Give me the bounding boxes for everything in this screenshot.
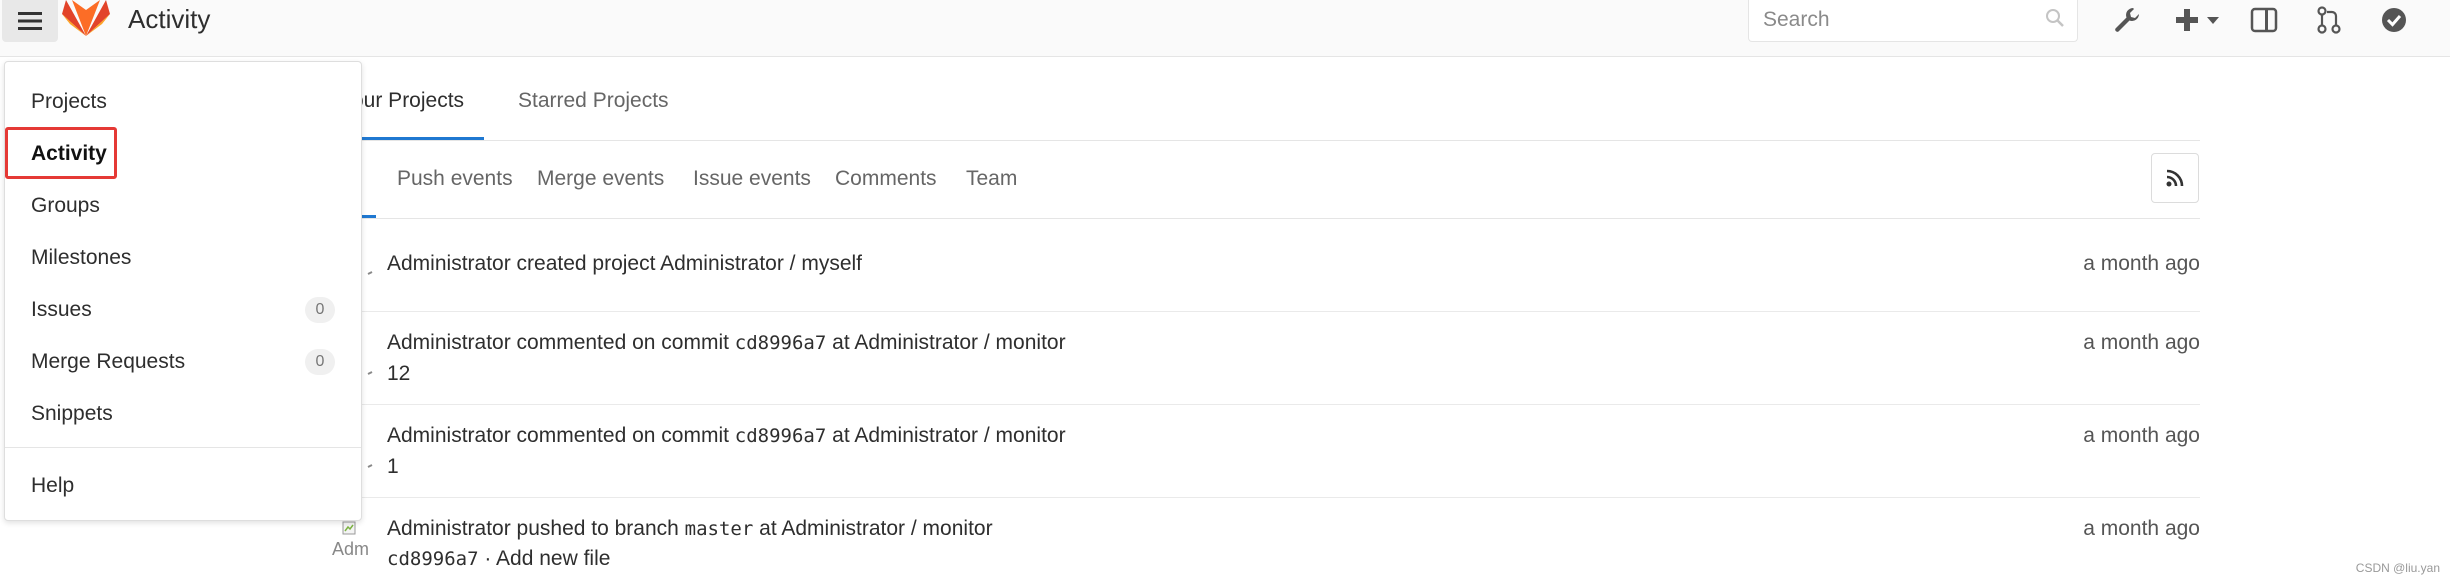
admin-area-button[interactable] (2112, 4, 2142, 36)
dropdown-item-projects[interactable]: Projects (5, 82, 361, 122)
comment-note: 12 (387, 362, 411, 385)
dropdown-item-activity[interactable]: Activity (5, 134, 361, 174)
commit-line: cd8996a7 · Add new file (387, 547, 610, 571)
event-text: Administrator commented on commit (387, 331, 729, 354)
branch-name-link[interactable]: master (685, 518, 754, 540)
project-tabs: our Projects Starred Projects (330, 70, 2200, 141)
rss-feed-button[interactable] (2151, 153, 2199, 203)
event-time: a month ago (2083, 331, 2200, 354)
commit-hash-link[interactable]: cd8996a7 (387, 548, 479, 570)
gitlab-logo[interactable] (62, 0, 110, 36)
search-box[interactable] (1748, 0, 2078, 42)
menu-icon (18, 12, 42, 30)
dropdown-item-label: Issues (31, 298, 92, 321)
merge-requests-button[interactable] (2316, 4, 2342, 36)
dropdown-item-label: Projects (31, 90, 107, 113)
avatar-image: Adm (332, 521, 372, 565)
event-item: Adm Administrator pushed to branch maste… (330, 497, 2200, 583)
sidebar-toggle-button[interactable] (2250, 4, 2278, 36)
event-time: a month ago (2083, 517, 2200, 540)
broken-image-icon (342, 521, 356, 535)
event-filter-tabs: l Push events Merge events Issue events … (330, 140, 2200, 219)
new-dropdown-button[interactable] (2174, 4, 2220, 36)
event-text: Administrator created project Administra… (387, 252, 863, 275)
dropdown-item-label: Merge Requests (31, 350, 186, 373)
merge-requests-count-badge: 0 (305, 349, 335, 375)
event-title[interactable]: Administrator commented on commit cd8996… (387, 331, 1066, 355)
chevron-down-icon (2207, 17, 2219, 24)
search-icon (2046, 9, 2064, 27)
tab-your-projects[interactable]: our Projects (352, 70, 485, 140)
wrench-icon (2115, 8, 2139, 32)
tab-comments[interactable]: Comments (835, 140, 937, 218)
merge-request-icon (2317, 6, 2341, 34)
issues-count-badge: 0 (305, 297, 335, 323)
dropdown-item-groups[interactable]: Groups (5, 186, 361, 226)
top-navbar: Activity (0, 0, 2450, 57)
dropdown-item-snippets[interactable]: Snippets (5, 394, 361, 434)
event-title[interactable]: Administrator created project Administra… (387, 252, 862, 276)
avatar-alt-text: Adm (332, 539, 370, 559)
commit-hash-link[interactable]: cd8996a7 (735, 332, 827, 354)
dropdown-item-label: Help (31, 474, 75, 497)
dropdown-item-merge-requests[interactable]: Merge Requests 0 (5, 342, 361, 382)
rss-icon (2166, 169, 2184, 187)
event-time: a month ago (2083, 252, 2200, 275)
dropdown-item-milestones[interactable]: Milestones (5, 238, 361, 278)
tab-starred-projects[interactable]: Starred Projects (518, 70, 669, 140)
event-project[interactable]: at Administrator / monitor (832, 424, 1065, 447)
event-text: Administrator commented on commit (387, 424, 729, 447)
dropdown-item-label: Activity (31, 142, 107, 165)
menu-button[interactable] (2, 0, 58, 42)
page-title: Activity (128, 4, 211, 34)
event-project[interactable]: at Administrator / monitor (832, 331, 1065, 354)
todo-check-icon (2382, 8, 2406, 32)
plus-icon (2176, 9, 2198, 31)
event-item: Administrator created project Administra… (330, 218, 2200, 312)
search-input[interactable] (1761, 4, 2035, 36)
event-item: Administrator commented on commit cd8996… (330, 404, 2200, 498)
event-item: Administrator commented on commit cd8996… (330, 311, 2200, 405)
commit-message: · Add new file (484, 547, 611, 570)
tab-merge-events[interactable]: Merge events (537, 140, 664, 218)
tab-push-events[interactable]: Push events (397, 140, 513, 218)
dropdown-item-label: Groups (31, 194, 100, 217)
event-project[interactable]: at Administrator / monitor (759, 517, 992, 540)
global-nav-dropdown: Projects Activity Groups Milestones Issu… (4, 61, 362, 521)
dropdown-item-label: Snippets (31, 402, 113, 425)
watermark: CSDN @liu.yan (2355, 561, 2440, 575)
dropdown-divider (5, 447, 361, 448)
dropdown-item-issues[interactable]: Issues 0 (5, 290, 361, 330)
event-time: a month ago (2083, 424, 2200, 447)
event-title[interactable]: Administrator pushed to branch master at… (387, 517, 993, 541)
event-title[interactable]: Administrator commented on commit cd8996… (387, 424, 1066, 448)
sidebar-toggle-icon (2250, 7, 2278, 33)
event-text: Administrator pushed to branch (387, 517, 679, 540)
todos-button[interactable] (2380, 4, 2408, 36)
commit-hash-link[interactable]: cd8996a7 (735, 425, 827, 447)
dropdown-item-label: Milestones (31, 246, 132, 269)
dropdown-item-help[interactable]: Help (5, 466, 361, 506)
tab-team[interactable]: Team (966, 140, 1017, 218)
tab-issue-events[interactable]: Issue events (693, 140, 811, 218)
comment-note: 1 (387, 455, 399, 478)
